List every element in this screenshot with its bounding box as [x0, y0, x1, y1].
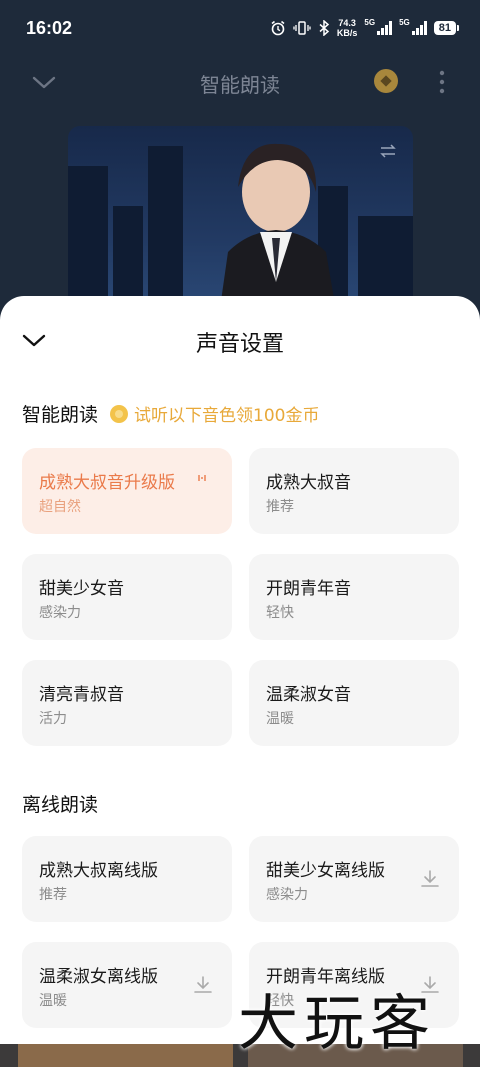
voice-name: 成熟大叔音升级版: [39, 473, 175, 493]
status-time: 16:02: [26, 18, 73, 38]
offline-reading-header: 离线朗读: [22, 790, 98, 817]
offline-voice-card[interactable]: 温柔淑女离线版 温暖: [22, 942, 232, 1028]
offline-voice-card[interactable]: 成熟大叔离线版 推荐: [22, 836, 232, 922]
voice-desc: 感染力: [39, 605, 81, 621]
bluetooth-icon: [319, 20, 330, 36]
voice-desc: 轻快: [266, 605, 294, 621]
promo-banner[interactable]: 试听以下音色领100金币: [110, 401, 319, 426]
swap-icon[interactable]: [379, 144, 397, 158]
status-icons: 74.3 KB/s 5G 5G 81: [270, 18, 460, 38]
offline-reading-title: 离线朗读: [22, 794, 99, 816]
voice-name: 甜美少女离线版: [266, 861, 385, 881]
network-speed: 74.3 KB/s: [337, 18, 358, 38]
voice-desc: 感染力: [266, 887, 308, 903]
voice-card-selected[interactable]: 成熟大叔音升级版 超自然: [22, 448, 232, 534]
voice-name: 温柔淑女离线版: [39, 967, 158, 987]
coin-reward-icon: [110, 404, 129, 423]
voice-desc: 推荐: [39, 887, 67, 903]
download-icon[interactable]: [192, 974, 214, 996]
playing-wave-icon: [198, 475, 206, 481]
smart-reading-header: 智能朗读 试听以下音色领100金币: [22, 400, 319, 427]
voice-settings-sheet: 声音设置 智能朗读 试听以下音色领100金币 成熟大叔音升级版 超自然 成熟大叔…: [0, 296, 480, 1044]
voice-desc: 活力: [39, 711, 67, 727]
book-cover-image: [68, 126, 413, 316]
character-illustration: [218, 143, 337, 316]
status-bar: 16:02 74.3 KB/s 5G 5G 81: [0, 0, 480, 60]
voice-desc: 推荐: [266, 499, 294, 515]
battery-indicator: 81: [433, 21, 460, 35]
offline-voice-card[interactable]: 甜美少女离线版 感染力: [249, 836, 459, 922]
coin-icon[interactable]: [374, 69, 398, 93]
voice-name: 成熟大叔离线版: [39, 861, 158, 881]
voice-name: 开朗青年音: [266, 579, 351, 599]
voice-card[interactable]: 甜美少女音 感染力: [22, 554, 232, 640]
voice-card[interactable]: 成熟大叔音 推荐: [249, 448, 459, 534]
network-speed-value: 74.3: [338, 18, 356, 28]
smart-reading-title: 智能朗读: [22, 404, 99, 426]
vibrate-icon: [293, 21, 311, 35]
download-icon[interactable]: [419, 868, 441, 890]
sim1-5g-label: 5G: [364, 18, 376, 27]
page-title: 智能朗读: [200, 73, 280, 97]
voice-name: 温柔淑女音: [266, 685, 351, 705]
voice-desc: 温暖: [266, 711, 294, 727]
voice-name: 成熟大叔音: [266, 473, 351, 493]
voice-card[interactable]: 开朗青年音 轻快: [249, 554, 459, 640]
alarm-icon: [271, 20, 285, 36]
more-options-icon[interactable]: [436, 68, 448, 96]
voice-name: 清亮青叔音: [39, 685, 124, 705]
sim2-5g-label: 5G: [399, 18, 410, 27]
signal-2-icon: [411, 21, 427, 35]
voice-desc: 超自然: [39, 499, 81, 515]
sheet-title: 声音设置: [195, 332, 284, 357]
voice-card[interactable]: 温柔淑女音 温暖: [249, 660, 459, 746]
voice-name: 甜美少女音: [39, 579, 124, 599]
voice-card[interactable]: 清亮青叔音 活力: [22, 660, 232, 746]
promo-text: 试听以下音色领100金币: [134, 406, 320, 426]
network-speed-unit: KB/s: [336, 28, 358, 38]
signal-1-icon: [377, 21, 393, 35]
voice-desc: 温暖: [39, 993, 67, 1009]
watermark-text: 大玩客: [238, 989, 436, 1059]
app-header: 智能朗读: [0, 58, 480, 106]
